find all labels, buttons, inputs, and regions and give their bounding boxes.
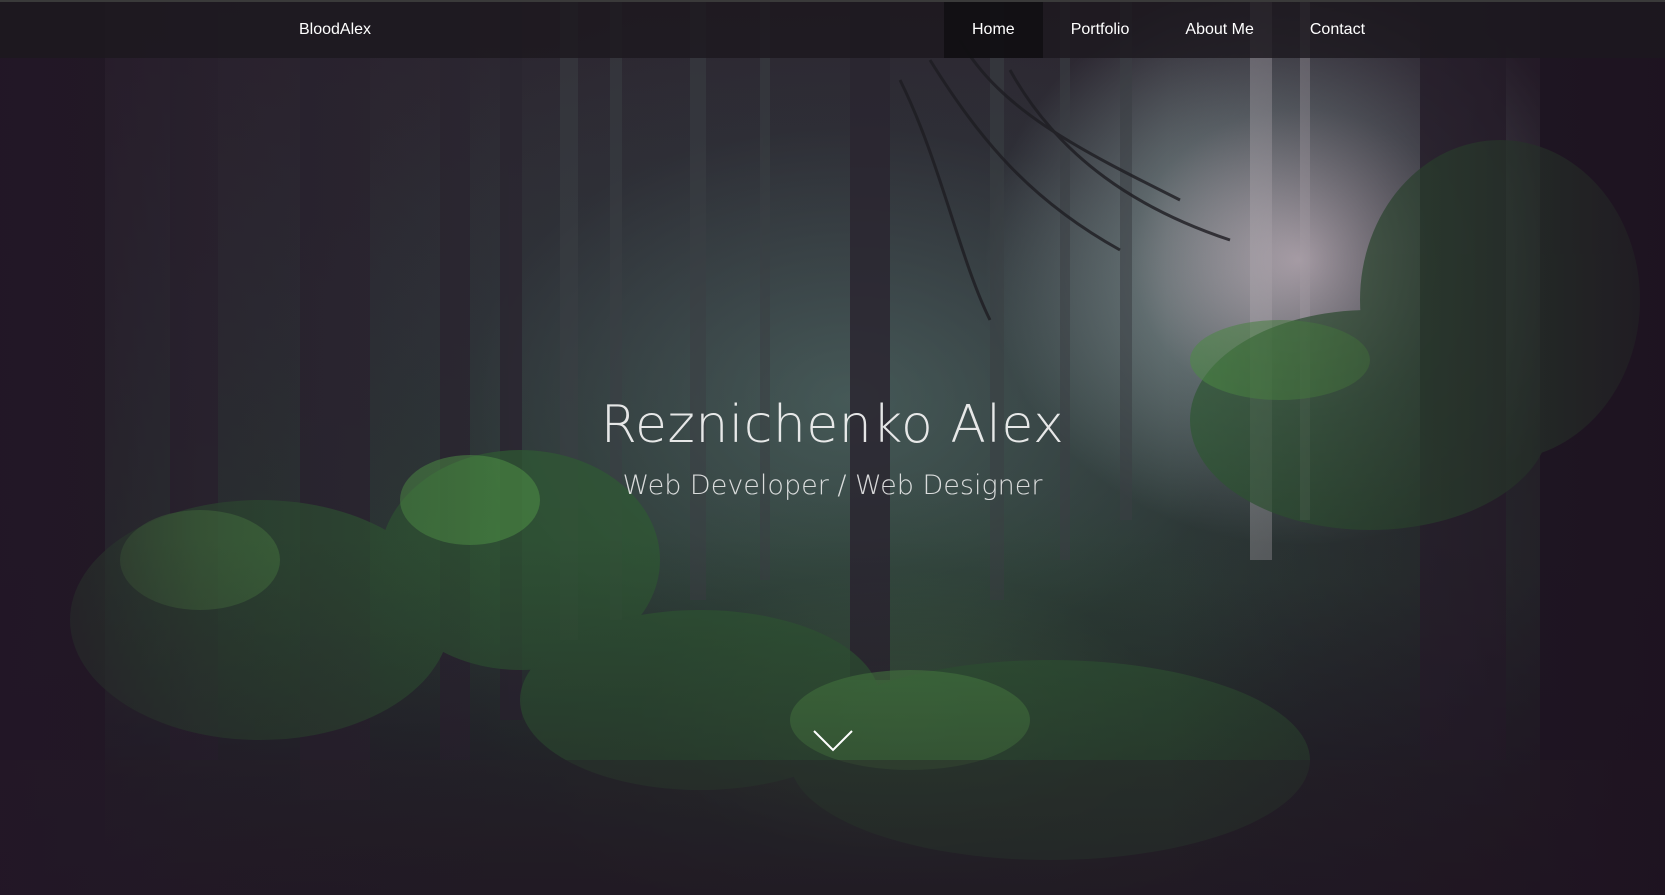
- hero-section: BloodAlex Home Portfolio About Me Contac…: [0, 0, 1665, 895]
- nav-link-contact[interactable]: Contact: [1282, 2, 1393, 58]
- nav-link-home[interactable]: Home: [944, 2, 1043, 58]
- top-navbar: BloodAlex Home Portfolio About Me Contac…: [0, 0, 1665, 58]
- nav-link-portfolio[interactable]: Portfolio: [1043, 2, 1158, 58]
- hero-subtitle: Web Developer / Web Designer: [622, 470, 1043, 501]
- nav-item-portfolio: Portfolio: [1043, 2, 1158, 58]
- chevron-down-icon: [813, 730, 853, 752]
- nav-item-about-me: About Me: [1157, 2, 1281, 58]
- hero-heading-block: Reznichenko Alex Web Developer / Web Des…: [0, 390, 1665, 506]
- scroll-down-button[interactable]: [812, 728, 854, 754]
- hero-title: Reznichenko Alex: [600, 395, 1065, 455]
- nav-item-contact: Contact: [1282, 2, 1393, 58]
- brand-logo-link[interactable]: BloodAlex: [299, 2, 371, 58]
- nav-link-about-me[interactable]: About Me: [1157, 2, 1281, 58]
- nav-item-home: Home: [944, 2, 1043, 58]
- nav-links: Home Portfolio About Me Contact: [944, 2, 1393, 58]
